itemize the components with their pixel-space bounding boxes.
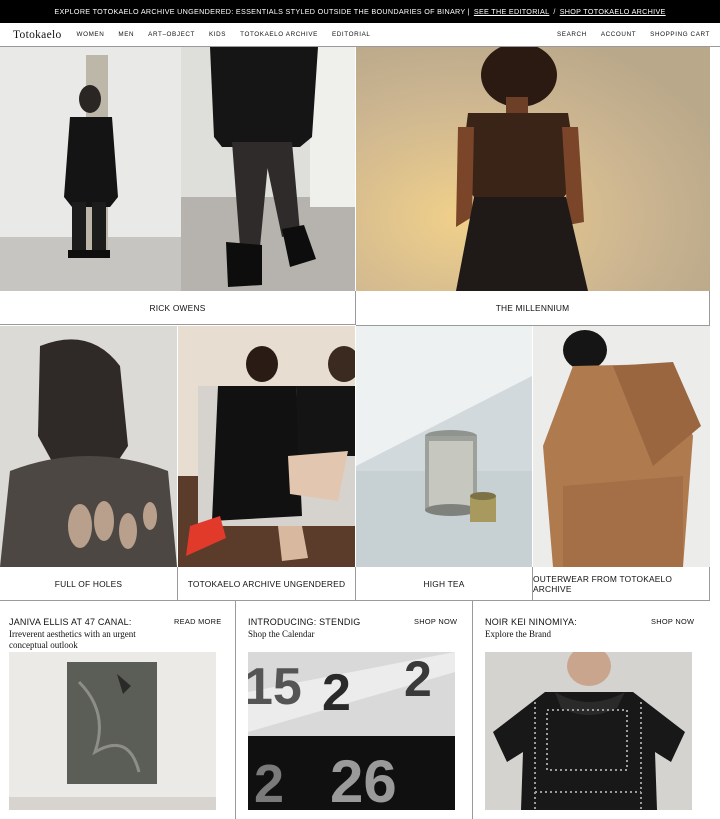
- grid-high-tea-label[interactable]: HIGH TEA: [356, 567, 533, 601]
- read-more-link[interactable]: READ MORE: [174, 617, 221, 626]
- shop-now-link[interactable]: SHOP NOW: [414, 617, 457, 626]
- grid-full-of-holes-label[interactable]: FULL OF HOLES: [0, 567, 178, 601]
- nav-women[interactable]: WOMEN: [77, 31, 105, 38]
- nav-editorial[interactable]: EDITORIAL: [332, 31, 371, 38]
- story-janiva-ellis: JANIVA ELLIS AT 47 CANAL: Irreverent aes…: [0, 601, 236, 819]
- grid-outerwear-label[interactable]: OUTERWEAR FROM TOTOKAELO ARCHIVE: [533, 567, 710, 601]
- see-editorial-link[interactable]: SEE THE EDITORIAL: [474, 7, 550, 16]
- story-subtitle: Irreverent aesthetics with an urgent con…: [9, 629, 136, 650]
- grid-archive-ungendered-label[interactable]: TOTOKAELO ARCHIVE UNGENDERED: [178, 567, 356, 601]
- calendar-digit: 26: [330, 748, 397, 810]
- story-image[interactable]: [9, 652, 216, 810]
- main-nav: Totokaelo WOMEN MEN ART–OBJECT KIDS TOTO…: [0, 23, 720, 47]
- calendar-digit: 2: [254, 754, 284, 810]
- feature-rick-owens-image[interactable]: [0, 47, 355, 291]
- nav-shopping-cart[interactable]: SHOPPING CART: [650, 31, 710, 38]
- story-subtitle: Shop the Calendar: [248, 629, 315, 639]
- nav-kids[interactable]: KIDS: [209, 31, 226, 38]
- nav-account[interactable]: ACCOUNT: [601, 31, 636, 38]
- grid-archive-ungendered-image[interactable]: [178, 326, 355, 567]
- feature-millennium-image[interactable]: [356, 47, 710, 291]
- story-title: NOIR KEI NINOMIYA:: [485, 617, 577, 627]
- grid-high-tea-image[interactable]: [356, 326, 532, 567]
- story-subtitle: Explore the Brand: [485, 629, 551, 639]
- nav-art-object[interactable]: ART–OBJECT: [148, 31, 195, 38]
- story-noir-kei-ninomiya: NOIR KEI NINOMIYA: Explore the Brand SHO…: [476, 601, 710, 819]
- column-divider: [472, 601, 473, 819]
- story-title: JANIVA ELLIS AT 47 CANAL:: [9, 617, 132, 627]
- story-stendig: INTRODUCING: STENDIG Shop the Calendar S…: [239, 601, 474, 819]
- banner-separator: /: [553, 7, 556, 16]
- shop-archive-link[interactable]: SHOP TOTOKAELO ARCHIVE: [560, 7, 666, 16]
- promo-banner: EXPLORE TOTOKAELO ARCHIVE UNGENDERED: ES…: [0, 0, 720, 23]
- calendar-digit: 15: [248, 658, 302, 716]
- site-logo[interactable]: Totokaelo: [13, 29, 62, 41]
- feature-rick-owens-label[interactable]: RICK OWENS: [0, 291, 356, 325]
- grid-outerwear-image[interactable]: [533, 326, 710, 567]
- grid-full-of-holes-image[interactable]: [0, 326, 177, 567]
- column-divider: [235, 601, 236, 819]
- banner-text: EXPLORE TOTOKAELO ARCHIVE UNGENDERED: ES…: [54, 7, 470, 16]
- story-image[interactable]: 15 2 2 26 2: [248, 652, 455, 810]
- nav-utilities: SEARCH ACCOUNT SHOPPING CART: [543, 31, 710, 38]
- calendar-digit: 2: [322, 664, 351, 722]
- nav-totokaelo-archive[interactable]: TOTOKAELO ARCHIVE: [240, 31, 318, 38]
- feature-millennium-label[interactable]: THE MILLENNIUM: [356, 291, 710, 326]
- calendar-digit: 2: [404, 652, 432, 707]
- story-image[interactable]: [485, 652, 692, 810]
- story-title: INTRODUCING: STENDIG: [248, 617, 361, 627]
- nav-men[interactable]: MEN: [118, 31, 134, 38]
- shop-now-link[interactable]: SHOP NOW: [651, 617, 694, 626]
- nav-search[interactable]: SEARCH: [557, 31, 587, 38]
